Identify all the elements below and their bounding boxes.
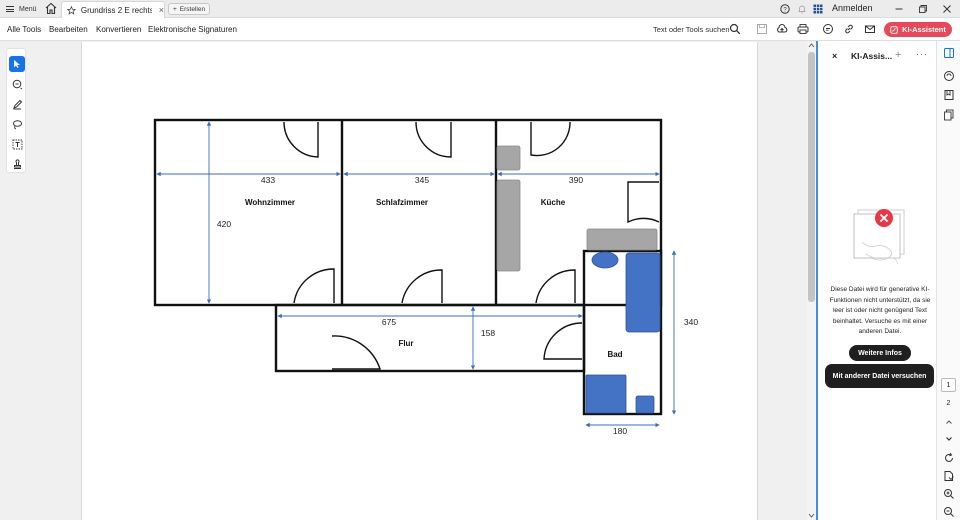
door-kueche-right xyxy=(627,181,660,224)
stamp-icon xyxy=(13,158,21,169)
flur-walls xyxy=(274,303,586,373)
door-kueche-flur xyxy=(535,269,576,304)
text-edit-tool-button[interactable] xyxy=(9,136,25,152)
text-select-icon xyxy=(12,139,22,149)
link-icon[interactable] xyxy=(843,23,855,35)
document-scrollbar[interactable] xyxy=(807,42,816,520)
ai-panel-toggle-icon[interactable] xyxy=(943,47,955,59)
door-wohnzimmer-top xyxy=(283,121,319,158)
ai-assistant-label: KI-Assistent xyxy=(902,25,946,34)
close-panel-icon[interactable]: × xyxy=(832,51,837,61)
dim-label-wohnzimmer-height: 420 xyxy=(217,219,231,229)
lasso-icon xyxy=(12,119,22,129)
dim-label-kueche-width: 390 xyxy=(569,175,583,185)
door-schlafzimmer-flur xyxy=(401,269,443,304)
close-window-icon[interactable] xyxy=(942,2,952,16)
minimize-icon[interactable] xyxy=(894,2,904,16)
door-schlafzimmer-top xyxy=(415,121,452,158)
email-icon[interactable] xyxy=(864,23,876,35)
try-other-file-button[interactable]: Mit anderer Datei versuchen xyxy=(825,364,934,388)
room-label-schlafzimmer: Schlafzimmer xyxy=(376,198,428,207)
bookmarks-icon[interactable] xyxy=(943,89,955,101)
rotate-icon[interactable] xyxy=(943,452,955,464)
right-tool-rail: 1 2 xyxy=(936,41,960,520)
scroll-up-icon[interactable] xyxy=(807,42,816,49)
more-info-button[interactable]: Weitere Infos xyxy=(849,345,911,361)
scroll-down-icon[interactable] xyxy=(807,512,816,519)
ai-assistant-button[interactable]: KI-Assistent xyxy=(884,22,952,37)
previous-page-icon[interactable] xyxy=(943,416,955,428)
door-bad xyxy=(543,322,583,360)
fridge xyxy=(496,145,521,171)
door-wohnzimmer-flur xyxy=(293,268,335,304)
dim-label-schlafzimmer-width: 345 xyxy=(415,175,429,185)
page-number-next[interactable]: 2 xyxy=(941,396,956,410)
dim-label-flur-height: 158 xyxy=(481,328,495,338)
next-page-icon[interactable] xyxy=(943,433,955,445)
stamp-tool-button[interactable] xyxy=(9,156,25,172)
select-tool-button[interactable] xyxy=(9,56,25,72)
comment-icon xyxy=(12,79,22,89)
bathroom-fixtures xyxy=(585,251,661,414)
scroll-thumb[interactable] xyxy=(808,52,815,302)
door-flur-bottom xyxy=(331,335,381,370)
room-label-kueche: Küche xyxy=(541,198,566,207)
ai-panel-title: KI-Assis... xyxy=(851,51,893,61)
restore-icon[interactable] xyxy=(918,2,928,16)
page-setup-icon[interactable] xyxy=(943,470,955,482)
dim-label-wohnzimmer-width: 433 xyxy=(261,175,275,185)
walls xyxy=(153,118,663,416)
more-options-icon[interactable]: ··· xyxy=(916,49,928,59)
pen-icon xyxy=(12,99,22,109)
new-chat-icon[interactable]: + xyxy=(895,49,901,61)
dim-label-bad-height: 340 xyxy=(684,317,698,327)
dim-label-bad-width: 180 xyxy=(613,426,627,436)
kitchen-fixtures xyxy=(496,145,658,272)
quick-tools-rail xyxy=(6,48,26,173)
ai-assistant-panel: × KI-Assis... + ··· Diese Datei wird für… xyxy=(816,41,936,520)
sink xyxy=(591,251,619,269)
shower xyxy=(585,374,627,414)
room-label-wohnzimmer: Wohnzimmer xyxy=(245,198,295,207)
comment-tool-button[interactable] xyxy=(9,76,25,92)
door-kueche-top xyxy=(530,121,571,157)
signin-link[interactable]: Anmelden xyxy=(832,3,873,13)
bathtub xyxy=(625,252,661,333)
unsupported-file-illustration xyxy=(853,209,905,265)
room-label-bad: Bad xyxy=(607,350,622,359)
room-label-flur: Flur xyxy=(398,339,413,348)
zoom-in-icon[interactable] xyxy=(943,488,955,500)
draw-tool-button[interactable] xyxy=(9,96,25,112)
comments-panel-icon[interactable] xyxy=(943,70,955,82)
ai-unsupported-message: Diese Datei wird für generative KI-Funkt… xyxy=(829,286,931,335)
cursor-icon xyxy=(14,60,20,68)
counter-bottom xyxy=(586,228,658,251)
zoom-out-icon[interactable] xyxy=(943,506,955,518)
lasso-tool-button[interactable] xyxy=(9,116,25,132)
floor-plan-drawing: Wohnzimmer Schlafzimmer Küche Flur Bad 4… xyxy=(153,118,698,436)
ai-chat-icon[interactable] xyxy=(822,23,834,35)
dim-label-flur-width: 675 xyxy=(382,317,396,327)
counter-left xyxy=(496,179,521,272)
ai-assistant-icon xyxy=(890,25,898,34)
pages-thumbnails-icon[interactable] xyxy=(943,109,955,121)
page-number-current[interactable]: 1 xyxy=(941,378,956,392)
toilet xyxy=(635,395,655,414)
